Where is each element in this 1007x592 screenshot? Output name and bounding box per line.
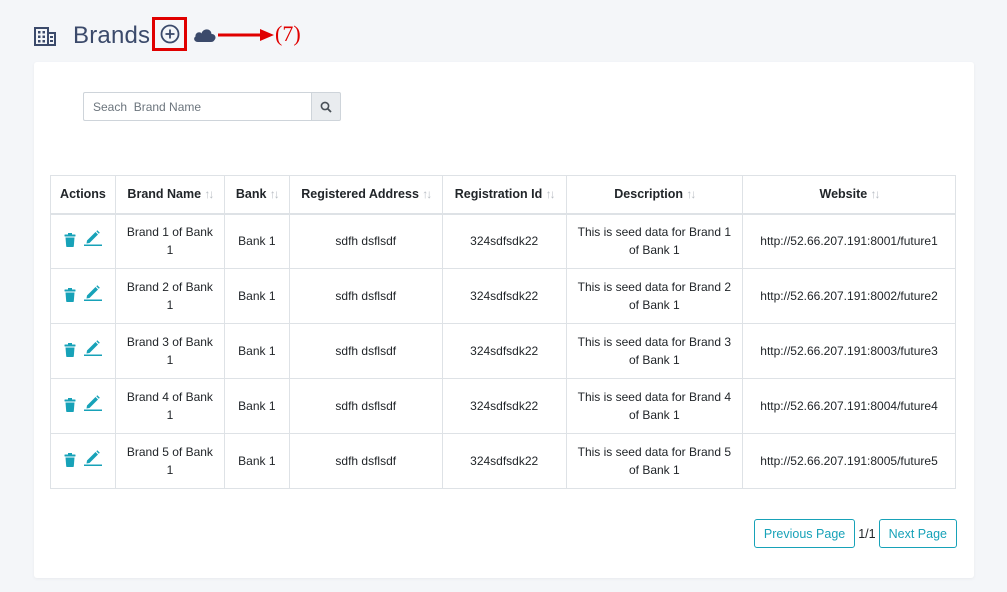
- sort-icon[interactable]: ↑↓: [685, 187, 696, 201]
- column-header-label: Description: [614, 187, 684, 202]
- page-header: Brands (7): [34, 17, 301, 54]
- cell-bank: Bank 1: [223, 433, 290, 489]
- column-header-label: Brand Name: [127, 187, 202, 202]
- search-icon: [320, 101, 332, 113]
- cell-description: This is seed data for Brand 4 of Bank 1: [565, 378, 744, 434]
- cell-brand-name: Brand 3 of Bank 1: [114, 323, 225, 379]
- delete-icon[interactable]: [64, 233, 76, 252]
- column-header-label: Bank: [235, 187, 267, 202]
- delete-icon[interactable]: [64, 343, 76, 362]
- add-brand-button[interactable]: [152, 17, 187, 51]
- brands-card: ActionsBrand Name ↑↓Bank ↑↓Registered Ad…: [34, 62, 974, 578]
- cell-reg-id: 324sdfsdk22: [441, 433, 567, 489]
- cell-bank: Bank 1: [223, 213, 290, 269]
- cell-website: http://52.66.207.191:8001/future1: [742, 213, 956, 269]
- column-header-label: Actions: [60, 187, 106, 202]
- cell-brand-name: Brand 1 of Bank 1: [114, 213, 225, 269]
- cell-description: This is seed data for Brand 5 of Bank 1: [565, 433, 744, 489]
- cell-description: This is seed data for Brand 2 of Bank 1: [565, 268, 744, 324]
- sort-icon[interactable]: ↑↓: [869, 187, 881, 201]
- edit-icon[interactable]: [83, 230, 102, 251]
- cell-reg-id: 324sdfsdk22: [441, 268, 567, 324]
- column-header[interactable]: Registered Address ↑↓: [288, 175, 443, 215]
- cell-description: This is seed data for Brand 3 of Bank 1: [565, 323, 744, 379]
- table-header-row: Actions Brand Name ↑↓ Bank ↑↓ Registered Ad…: [50, 175, 956, 215]
- edit-icon[interactable]: [83, 285, 102, 306]
- delete-icon[interactable]: [64, 288, 76, 307]
- edit-icon[interactable]: [83, 450, 102, 471]
- row-actions: [50, 268, 116, 324]
- search-bar: [83, 92, 341, 121]
- row-actions: [50, 213, 116, 269]
- page-title: Brands: [73, 22, 151, 49]
- table-row: Brand 5 of Bank 1 Bank 1 sdfh dsflsdf 324sd…: [50, 433, 956, 489]
- delete-icon[interactable]: [64, 453, 76, 472]
- brands-table: Actions Brand Name ↑↓ Bank ↑↓ Registered Ad…: [50, 175, 956, 489]
- column-header-label: Registration Id: [454, 187, 543, 202]
- edit-icon[interactable]: [83, 340, 102, 361]
- table-body: Brand 1 of Bank 1 Bank 1 sdfh dsflsdf 324sd…: [50, 213, 956, 489]
- sort-icon[interactable]: ↑↓: [268, 187, 280, 201]
- edit-icon[interactable]: [83, 395, 102, 416]
- cell-website: http://52.66.207.191:8002/future2: [742, 268, 956, 324]
- cell-bank: Bank 1: [223, 268, 290, 324]
- row-actions: [50, 323, 116, 379]
- page-info: 1/1: [858, 526, 876, 541]
- cell-address: sdfh dsflsdf: [288, 323, 443, 379]
- cell-description: This is seed data for Brand 1 of Bank 1: [565, 213, 744, 269]
- next-page-button[interactable]: Next Page: [878, 519, 957, 548]
- column-header-label: Website: [819, 187, 868, 202]
- cell-website: http://52.66.207.191:8003/future3: [742, 323, 956, 379]
- cell-brand-name: Brand 2 of Bank 1: [114, 268, 225, 324]
- cell-bank: Bank 1: [223, 378, 290, 434]
- column-header[interactable]: Description ↑↓: [565, 175, 744, 215]
- cell-website: http://52.66.207.191:8004/future4: [742, 378, 956, 434]
- cell-brand-name: Brand 4 of Bank 1: [114, 378, 225, 434]
- column-header[interactable]: Website ↑↓: [742, 175, 956, 215]
- cell-brand-name: Brand 5 of Bank 1: [114, 433, 225, 489]
- delete-icon[interactable]: [64, 398, 76, 417]
- sort-icon[interactable]: ↑↓: [544, 187, 556, 201]
- cell-reg-id: 324sdfsdk22: [441, 213, 567, 269]
- column-header[interactable]: Registration Id ↑↓: [441, 175, 567, 215]
- column-header: Actions: [50, 175, 116, 215]
- search-input[interactable]: [83, 92, 311, 121]
- sort-icon[interactable]: ↑↓: [421, 187, 432, 201]
- pagination: Previous Page 1/1 Next Page: [753, 519, 957, 548]
- table-row: Brand 1 of Bank 1 Bank 1 sdfh dsflsdf 324sd…: [50, 213, 956, 269]
- annotation-label: (7): [275, 21, 301, 46]
- building-icon: [34, 27, 56, 46]
- plus-circle-icon: [160, 24, 179, 44]
- table-row: Brand 2 of Bank 1 Bank 1 sdfh dsflsdf 324sd…: [50, 268, 956, 324]
- cloud-upload-icon[interactable]: [192, 26, 218, 44]
- cell-address: sdfh dsflsdf: [288, 433, 443, 489]
- row-actions: [50, 378, 116, 434]
- cell-website: http://52.66.207.191:8005/future5: [742, 433, 956, 489]
- annotation-arrow-icon: [218, 29, 274, 41]
- column-header-label: Registered Address: [301, 187, 419, 202]
- column-header[interactable]: Brand Name ↑↓: [114, 175, 225, 215]
- cell-address: sdfh dsflsdf: [288, 268, 443, 324]
- sort-icon[interactable]: ↑↓: [203, 187, 214, 201]
- row-actions: [50, 433, 116, 489]
- table-row: Brand 4 of Bank 1 Bank 1 sdfh dsflsdf 324sd…: [50, 378, 956, 434]
- previous-page-button[interactable]: Previous Page: [753, 519, 856, 548]
- cell-reg-id: 324sdfsdk22: [441, 323, 567, 379]
- cell-address: sdfh dsflsdf: [288, 378, 443, 434]
- column-header[interactable]: Bank ↑↓: [223, 175, 290, 215]
- table-row: Brand 3 of Bank 1 Bank 1 sdfh dsflsdf 324sd…: [50, 323, 956, 379]
- cell-reg-id: 324sdfsdk22: [441, 378, 567, 434]
- search-button[interactable]: [311, 92, 341, 121]
- cell-bank: Bank 1: [223, 323, 290, 379]
- cell-address: sdfh dsflsdf: [288, 213, 443, 269]
